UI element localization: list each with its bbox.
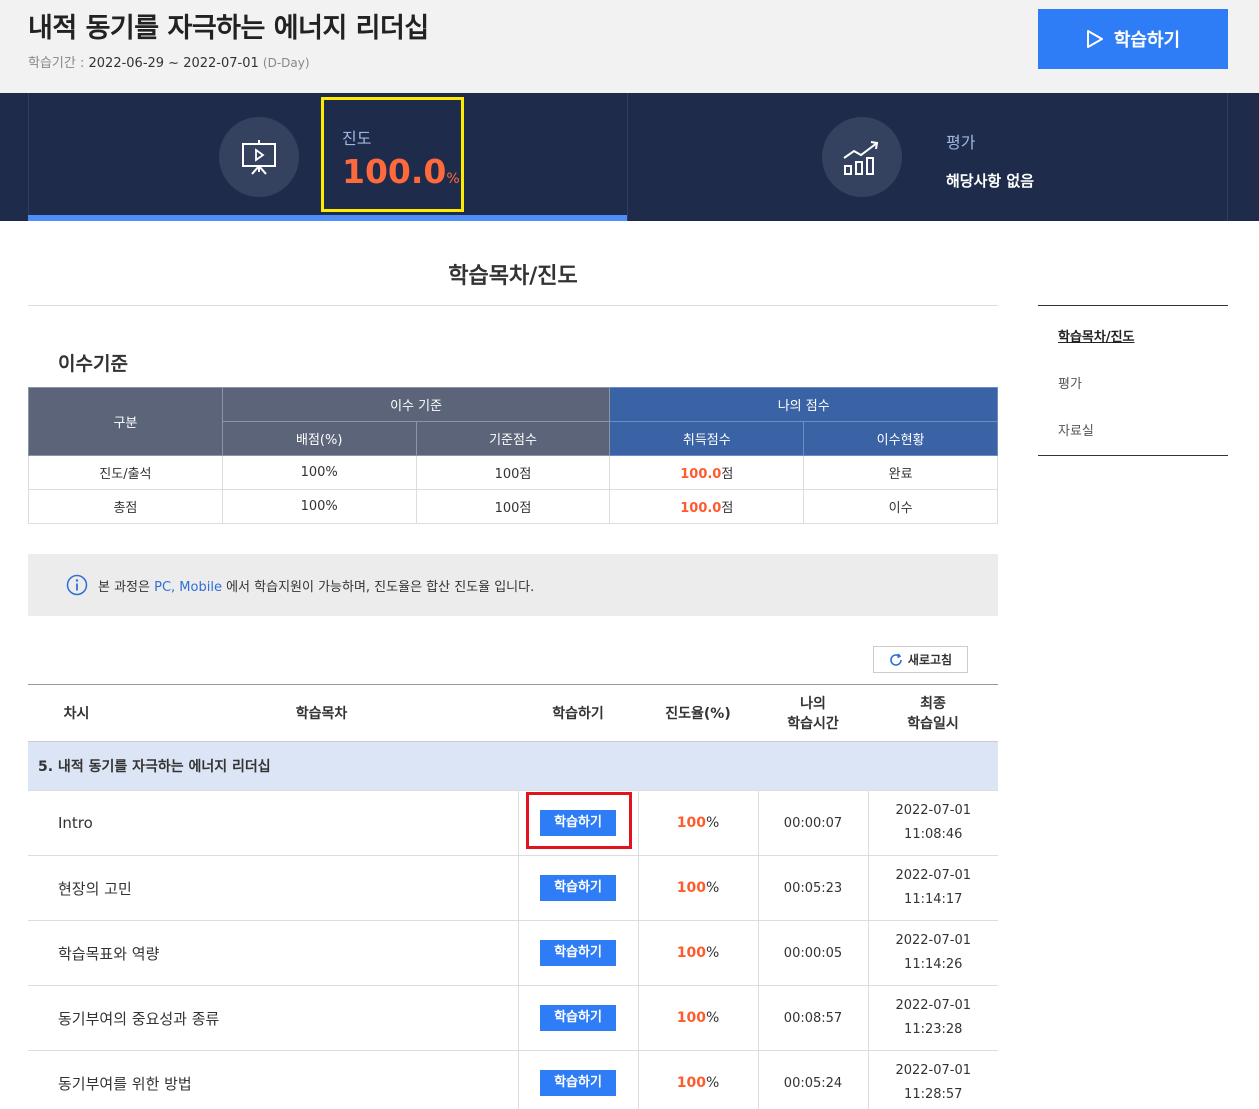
col-progress: 진도율(%) bbox=[638, 684, 758, 742]
progress-bar bbox=[28, 215, 627, 221]
col-last: 최종 학습일시 bbox=[868, 684, 998, 742]
stats-panel bbox=[0, 93, 1259, 221]
col-criteria-group: 이수 기준 bbox=[221, 387, 611, 422]
page-title: 학습목차/진도 bbox=[448, 264, 578, 289]
progress-label: 진도 bbox=[342, 129, 372, 148]
period-label: 학습기간 : bbox=[28, 56, 85, 71]
side-menu: 학습목차/진도 평가 자료실 bbox=[1038, 305, 1228, 456]
lesson-group: 5. 내적 동기를 자극하는 에너지 리더십 bbox=[28, 741, 998, 791]
table-row: 총점 100% 100점 100.0점 이수 bbox=[28, 489, 998, 524]
side-menu-toc[interactable]: 학습목차/진도 bbox=[1058, 326, 1135, 345]
lesson-study-button[interactable]: 학습하기 bbox=[540, 875, 616, 901]
lessons-table: 차시 학습목차 학습하기 진도율(%) 나의 학습시간 최종 학습일시 5. 내적 … bbox=[28, 684, 998, 1109]
criteria-table: 구분 이수 기준 나의 점수 배점(%) 기준점수 취득점수 이수현황 진도/출… bbox=[28, 387, 998, 524]
lesson-study-button[interactable]: 학습하기 bbox=[540, 940, 616, 966]
study-period: 학습기간 : 2022-06-29 ~ 2022-07-01 (D-Day) bbox=[28, 52, 310, 71]
col-score-group: 나의 점수 bbox=[609, 387, 998, 422]
lesson-row: Intro 학습하기 100% 00:00:07 2022-07-01 11:08… bbox=[28, 790, 998, 856]
chart-growth-icon bbox=[822, 117, 902, 197]
col-weight: 배점(%) bbox=[221, 421, 417, 456]
lesson-study-button[interactable]: 학습하기 bbox=[540, 1005, 616, 1031]
play-icon bbox=[1086, 30, 1103, 48]
side-menu-eval[interactable]: 평가 bbox=[1058, 373, 1082, 392]
lesson-study-button[interactable]: 학습하기 bbox=[540, 1070, 616, 1096]
lesson-row: 동기부여의 중요성과 종류 학습하기 100% 00:08:57 2022-07… bbox=[28, 985, 998, 1051]
side-menu-resources[interactable]: 자료실 bbox=[1058, 420, 1094, 439]
info-icon bbox=[66, 574, 88, 596]
course-header: 내적 동기를 자극하는 에너지 리더십 학습기간 : 2022-06-29 ~ … bbox=[0, 0, 1259, 93]
col-no: 차시 bbox=[28, 684, 125, 742]
eval-value: 해당사항 없음 bbox=[946, 172, 1035, 190]
course-title: 내적 동기를 자극하는 에너지 리더십 bbox=[28, 13, 429, 44]
refresh-label: 새로고침 bbox=[907, 653, 953, 667]
lesson-row: 학습목표와 역량 학습하기 100% 00:00:05 2022-07-01 11… bbox=[28, 920, 998, 986]
table-row: 진도/출석 100% 100점 100.0점 완료 bbox=[28, 455, 998, 490]
refresh-button[interactable]: 새로고침 bbox=[873, 646, 968, 673]
eval-label: 평가 bbox=[946, 133, 976, 152]
col-base-score: 기준점수 bbox=[415, 421, 611, 456]
presentation-icon bbox=[219, 117, 299, 197]
col-title: 학습목차 bbox=[125, 684, 518, 742]
dday-badge: (D-Day) bbox=[262, 56, 310, 70]
period-value: 2022-06-29 ~ 2022-07-01 bbox=[88, 56, 259, 71]
col-earned: 취득점수 bbox=[609, 421, 805, 456]
criteria-title: 이수기준 bbox=[58, 353, 128, 375]
info-notice: 본 과정은 PC, Mobile 에서 학습지원이 가능하며, 진도율은 합산 … bbox=[28, 554, 998, 616]
col-time: 나의 학습시간 bbox=[758, 684, 868, 742]
lesson-row: 현장의 고민 학습하기 100% 00:05:23 2022-07-01 11:1… bbox=[28, 855, 998, 921]
start-study-button[interactable]: 학습하기 bbox=[1038, 9, 1228, 69]
lesson-row: 동기부여를 위한 방법 학습하기 100% 00:05:24 2022-07-0… bbox=[28, 1050, 998, 1109]
start-study-label: 학습하기 bbox=[1113, 30, 1181, 51]
study-button-highlight bbox=[526, 792, 632, 849]
col-study: 학습하기 bbox=[518, 684, 638, 742]
refresh-icon bbox=[890, 652, 902, 666]
col-category: 구분 bbox=[28, 387, 223, 456]
progress-value: 100.0% bbox=[342, 152, 460, 191]
col-status: 이수현황 bbox=[803, 421, 998, 456]
